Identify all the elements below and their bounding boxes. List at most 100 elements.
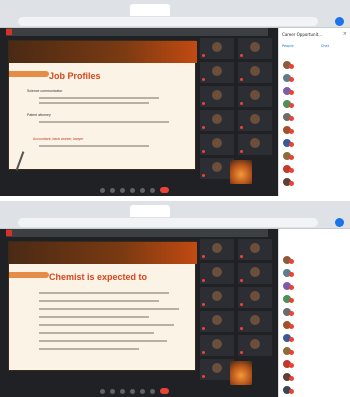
tab-chat[interactable]: Chat: [321, 44, 329, 48]
more-icon[interactable]: [150, 389, 155, 394]
pen-stroke: [15, 151, 25, 171]
slide-title: Job Profiles: [49, 71, 101, 81]
video-tile[interactable]: [200, 263, 234, 284]
more-icon[interactable]: [150, 188, 155, 193]
tab-people[interactable]: People: [282, 44, 294, 48]
tab-strip: [0, 4, 350, 16]
profile-icon[interactable]: [335, 17, 344, 26]
participant-row[interactable]: [283, 60, 349, 71]
record-icon: [6, 29, 12, 35]
participant-grid: [200, 239, 274, 391]
video-tile[interactable]: [200, 86, 234, 107]
browser-chrome: [0, 0, 350, 28]
panel-tabs: [282, 237, 348, 244]
video-tile[interactable]: [238, 263, 272, 284]
tab-3[interactable]: [174, 4, 220, 16]
participant-row[interactable]: [283, 385, 349, 396]
browser-chrome: [0, 201, 350, 229]
video-tile[interactable]: [238, 86, 272, 107]
tab-4[interactable]: [222, 205, 258, 217]
slide-line-1: Science communicator: [27, 89, 63, 93]
video-tile[interactable]: [200, 239, 234, 260]
raise-hand-icon[interactable]: [130, 188, 135, 193]
participant-row[interactable]: [283, 138, 349, 149]
tab-2[interactable]: [130, 4, 170, 16]
video-tile[interactable]: [238, 110, 272, 131]
participant-row[interactable]: [283, 281, 349, 292]
panel-tabs: People Chat: [282, 44, 348, 51]
participant-row[interactable]: [283, 346, 349, 357]
end-call-button[interactable]: [160, 187, 169, 193]
video-tile[interactable]: [200, 38, 234, 59]
tab-1[interactable]: [4, 205, 64, 217]
camera-icon[interactable]: [110, 188, 115, 193]
text-line: [39, 121, 169, 123]
participant-row[interactable]: [283, 307, 349, 318]
camera-icon[interactable]: [110, 389, 115, 394]
meeting-toolbar: [0, 185, 278, 196]
slide-header-band: [9, 242, 197, 264]
share-bar: [6, 28, 268, 36]
presentation-slide: Job Profiles Science communicator Patent…: [8, 40, 197, 171]
video-tile[interactable]: [200, 62, 234, 83]
video-tile[interactable]: [238, 287, 272, 308]
tab-2[interactable]: [130, 205, 170, 217]
video-tile[interactable]: [238, 62, 272, 83]
video-tile[interactable]: [238, 134, 272, 155]
slide-title: Chemist is expected to: [49, 272, 148, 282]
participant-row[interactable]: [283, 255, 349, 266]
close-icon[interactable]: ×: [343, 31, 347, 37]
text-line: [39, 97, 159, 99]
participant-row[interactable]: [283, 86, 349, 97]
mic-icon[interactable]: [100, 188, 105, 193]
present-icon[interactable]: [140, 389, 145, 394]
video-tile[interactable]: [200, 134, 234, 155]
participant-row[interactable]: [283, 73, 349, 84]
captions-icon[interactable]: [120, 188, 125, 193]
video-tile[interactable]: [238, 239, 272, 260]
participant-row[interactable]: [283, 99, 349, 110]
video-tile[interactable]: [200, 287, 234, 308]
participant-row[interactable]: [283, 268, 349, 279]
text-line: [39, 145, 149, 147]
video-tile[interactable]: [238, 335, 272, 356]
video-tile[interactable]: [200, 359, 234, 380]
video-tile[interactable]: [200, 110, 234, 131]
screenshot-top: Job Profiles Science communicator Patent…: [0, 0, 350, 196]
tab-1[interactable]: [4, 4, 64, 16]
text-line: [39, 348, 139, 350]
participant-row[interactable]: [283, 294, 349, 305]
video-tile[interactable]: [200, 335, 234, 356]
participant-row[interactable]: [283, 320, 349, 331]
raise-hand-icon[interactable]: [130, 389, 135, 394]
slide-swoosh: [9, 71, 49, 77]
profile-icon[interactable]: [335, 218, 344, 227]
participant-row[interactable]: [283, 372, 349, 383]
participant-row[interactable]: [283, 112, 349, 123]
text-line: [39, 292, 169, 294]
participant-row[interactable]: [283, 164, 349, 175]
participant-row[interactable]: [283, 333, 349, 344]
tab-4[interactable]: [222, 4, 258, 16]
active-speaker-tile[interactable]: [230, 160, 252, 184]
mic-icon[interactable]: [100, 389, 105, 394]
text-line: [39, 332, 154, 334]
video-tile[interactable]: [200, 158, 234, 179]
present-icon[interactable]: [140, 188, 145, 193]
participant-row[interactable]: [283, 177, 349, 188]
tab-3[interactable]: [174, 205, 220, 217]
text-line: [39, 340, 167, 342]
presentation-slide: Chemist is expected to: [8, 241, 197, 371]
active-speaker-tile[interactable]: [230, 361, 252, 385]
video-tile[interactable]: [200, 311, 234, 332]
video-tile[interactable]: [238, 311, 272, 332]
participant-row[interactable]: [283, 359, 349, 370]
address-bar[interactable]: [18, 17, 318, 26]
participant-row[interactable]: [283, 151, 349, 162]
participant-row[interactable]: [283, 125, 349, 136]
record-icon: [6, 230, 12, 236]
captions-icon[interactable]: [120, 389, 125, 394]
video-tile[interactable]: [238, 38, 272, 59]
address-bar[interactable]: [18, 218, 318, 227]
end-call-button[interactable]: [160, 388, 169, 394]
